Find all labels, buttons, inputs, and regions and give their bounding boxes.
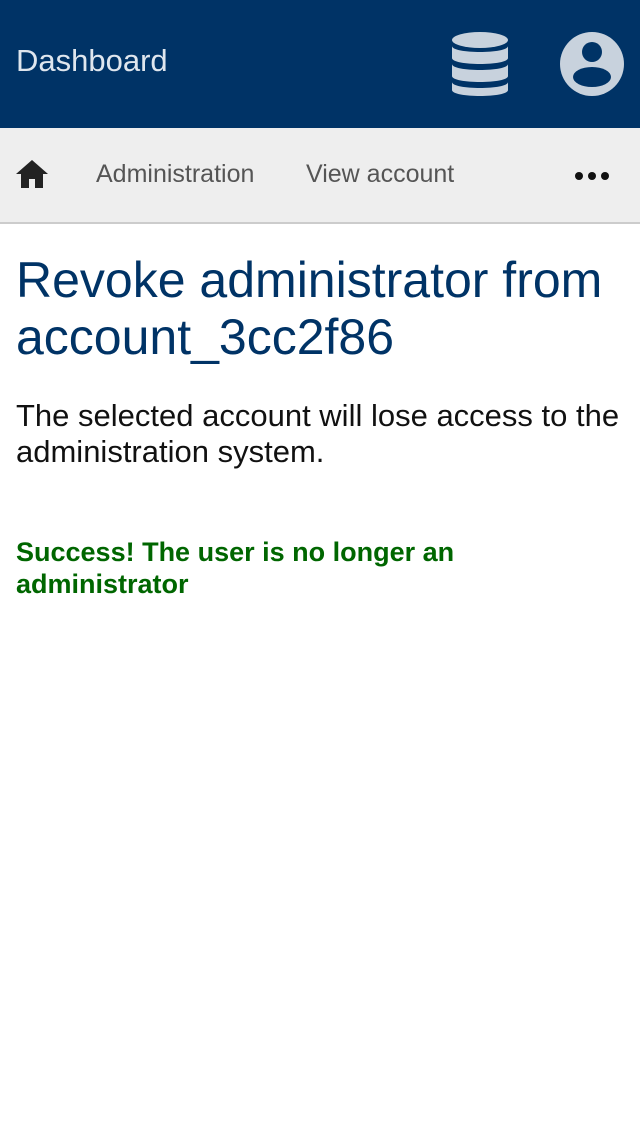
- main-content: Revoke administrator from account_3cc2f8…: [0, 252, 640, 600]
- page-title: Revoke administrator from account_3cc2f8…: [16, 252, 603, 365]
- top-app-bar: Dashboard: [0, 0, 640, 128]
- home-icon[interactable]: [14, 156, 50, 192]
- more-horizontal-icon[interactable]: [572, 164, 612, 188]
- dashboard-link[interactable]: Dashboard: [16, 42, 168, 80]
- success-message: Success! The user is no longer an admini…: [16, 537, 455, 599]
- database-icon[interactable]: [448, 30, 512, 98]
- user-account-icon[interactable]: [558, 30, 626, 98]
- nav-item-administration[interactable]: Administration: [96, 158, 254, 190]
- nav-item-view-account[interactable]: View account: [306, 158, 454, 190]
- page-description: The selected account will lose access to…: [16, 398, 620, 469]
- breadcrumb-nav: Administration View account: [0, 128, 640, 224]
